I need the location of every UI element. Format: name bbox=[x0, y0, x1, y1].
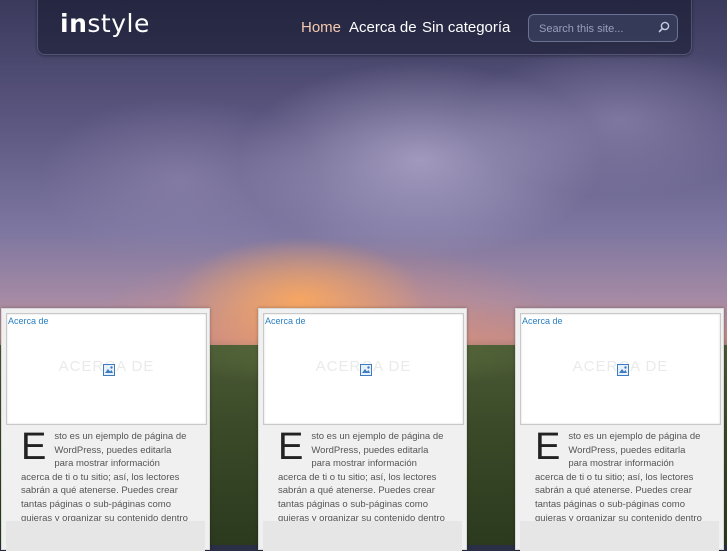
post-thumbnail[interactable]: Acerca de ACERCA DE bbox=[263, 313, 464, 425]
drop-cap: E bbox=[21, 426, 47, 468]
drop-cap: E bbox=[278, 426, 304, 468]
thumbnail-alt-link[interactable]: Acerca de bbox=[522, 316, 563, 326]
image-icon bbox=[360, 364, 372, 376]
post-card: Acerca de ACERCA DE Esto es un ejemplo d… bbox=[515, 308, 724, 551]
thumbnail-alt-link[interactable]: Acerca de bbox=[265, 316, 306, 326]
card-footer bbox=[520, 521, 719, 551]
nav-acerca-de[interactable]: Acerca de bbox=[349, 19, 417, 36]
card-footer bbox=[6, 521, 205, 551]
post-card: Acerca de ACERCA DE Esto es un ejemplo d… bbox=[258, 308, 467, 551]
logo-bold: in bbox=[60, 9, 88, 38]
image-icon bbox=[617, 364, 629, 376]
logo-rest: style bbox=[87, 9, 150, 38]
post-thumbnail[interactable]: Acerca de ACERCA DE bbox=[520, 313, 721, 425]
image-icon bbox=[103, 364, 115, 376]
nav-sin-categoria[interactable]: Sin categoría bbox=[422, 19, 510, 36]
nav-home[interactable]: Home bbox=[301, 19, 341, 36]
site-logo[interactable]: instyle bbox=[60, 9, 150, 38]
thumbnail-alt-link[interactable]: Acerca de bbox=[8, 316, 49, 326]
post-card: Acerca de ACERCA DE Esto es un ejemplo d… bbox=[1, 308, 210, 551]
card-footer bbox=[263, 521, 462, 551]
post-thumbnail[interactable]: Acerca de ACERCA DE bbox=[6, 313, 207, 425]
search-input[interactable] bbox=[537, 19, 651, 39]
drop-cap: E bbox=[535, 426, 561, 468]
search-box bbox=[528, 14, 678, 42]
search-icon[interactable] bbox=[657, 20, 671, 34]
